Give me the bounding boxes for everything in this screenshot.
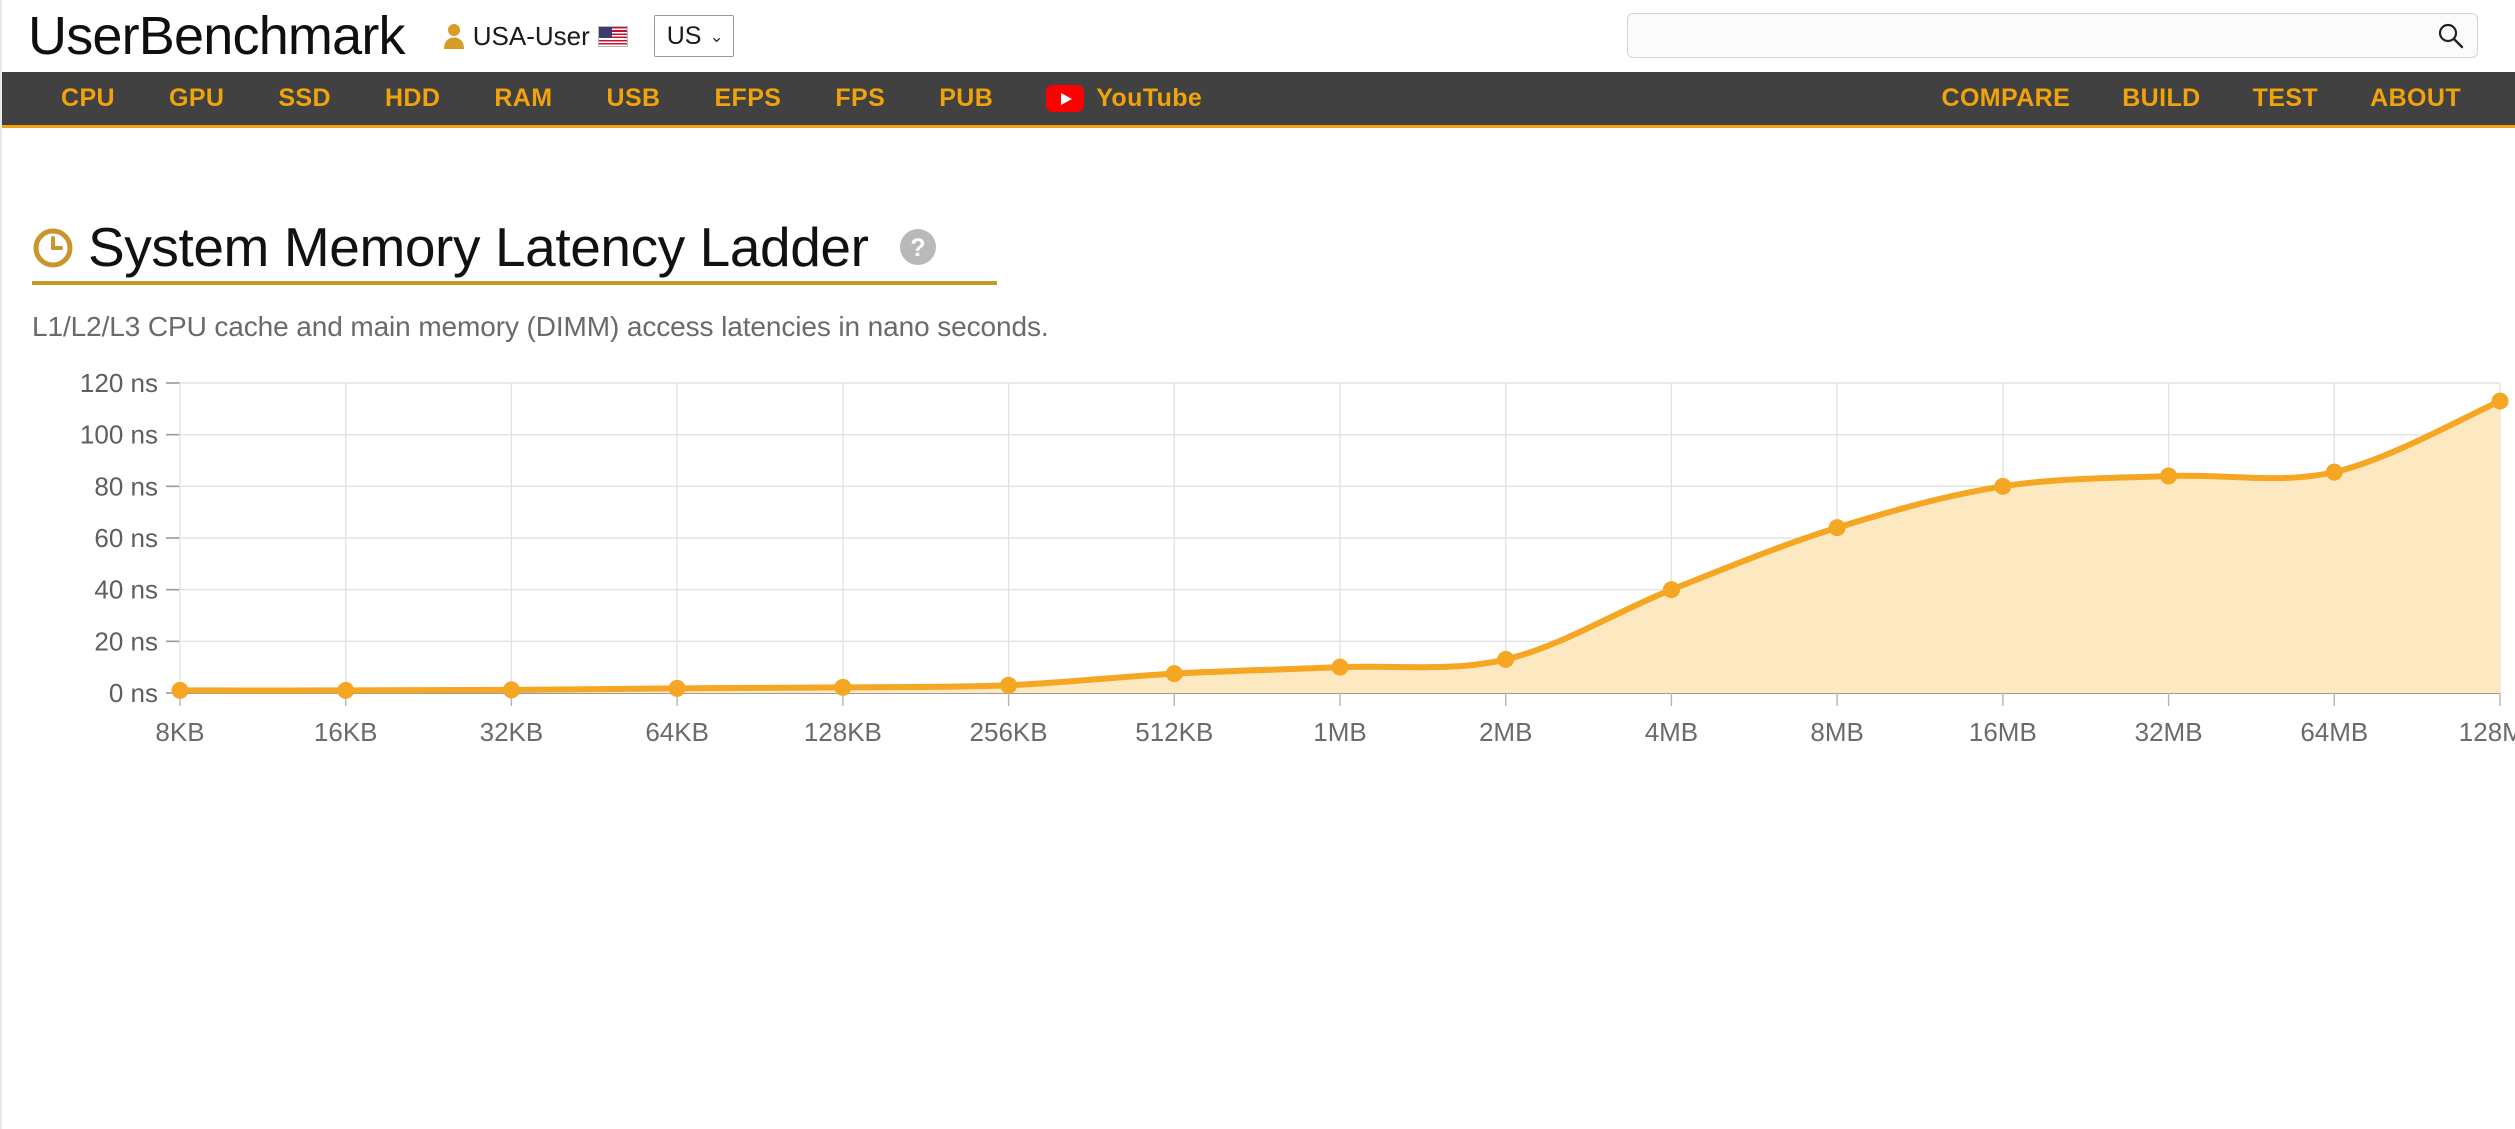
clock-icon [33, 228, 73, 268]
nav-item-cpu[interactable]: CPU [34, 86, 142, 111]
x-axis-tick-label: 32KB [480, 717, 544, 747]
x-axis-tick-label: 128KB [804, 717, 882, 747]
chart-data-point[interactable] [668, 679, 686, 697]
search-input[interactable] [1627, 13, 2478, 58]
x-axis-tick-label: 32MB [2135, 717, 2203, 747]
x-axis-tick-label: 4MB [1645, 717, 1698, 747]
chart-data-point[interactable] [2325, 463, 2343, 481]
x-axis-tick-label: 2MB [1479, 717, 1532, 747]
chart-data-point[interactable] [2160, 467, 2178, 485]
chevron-down-icon: ⌄ [709, 26, 724, 46]
nav-right-group: COMPARE BUILD TEST ABOUT [1915, 86, 2487, 111]
nav-item-compare[interactable]: COMPARE [1915, 86, 2096, 111]
chart-data-point[interactable] [1994, 477, 2012, 495]
main-navigation: CPU GPU SSD HDD RAM USB EFPS FPS PUB You… [0, 72, 2515, 128]
search-icon[interactable] [2437, 22, 2464, 49]
chart-data-point[interactable] [1497, 650, 1515, 668]
nav-item-build[interactable]: BUILD [2096, 86, 2226, 111]
x-axis-tick-label: 8MB [1810, 717, 1863, 747]
latency-chart-svg[interactable]: 0 ns 20 ns 40 ns 60 ns 80 ns 100 ns 120 ns 8KB 1… [0, 373, 2515, 773]
chart-data-point[interactable] [1828, 518, 1846, 536]
y-axis-tick-label: 60 ns [94, 523, 158, 553]
y-axis-tick-label: 40 ns [94, 574, 158, 604]
nav-item-ssd[interactable]: SSD [251, 86, 358, 111]
chart-data-point[interactable] [2491, 392, 2509, 410]
chart-data-point[interactable] [337, 681, 355, 699]
nav-item-youtube[interactable]: YouTube [1020, 85, 1229, 112]
svg-text:?: ? [910, 234, 925, 262]
chart-data-point[interactable] [1331, 658, 1349, 676]
nav-item-efps[interactable]: EFPS [687, 86, 808, 111]
user-block[interactable]: USA-User [443, 21, 628, 52]
country-select[interactable]: US ⌄ [653, 15, 734, 57]
page-title-row: System Memory Latency Ladder ? [32, 216, 997, 285]
y-axis-tick-label: 100 ns [80, 419, 158, 449]
chart-data-point[interactable] [834, 678, 852, 696]
x-axis-tick-label: 256KB [970, 717, 1048, 747]
user-name-label: USA-User [472, 20, 590, 51]
nav-left-group: CPU GPU SSD HDD RAM USB EFPS FPS PUB You… [34, 85, 1229, 112]
latency-ladder-chart[interactable]: 0 ns 20 ns 40 ns 60 ns 80 ns 100 ns 120 ns 8KB 1… [0, 373, 2515, 773]
page-title: System Memory Latency Ladder [88, 216, 869, 278]
page-subtitle: L1/L2/L3 CPU cache and main memory (DIMM… [32, 310, 1049, 342]
chart-data-point[interactable] [1165, 664, 1183, 682]
user-icon [443, 24, 464, 49]
y-axis-tick-label: 80 ns [94, 471, 158, 501]
youtube-play-icon [1046, 85, 1085, 112]
chart-data-point[interactable] [1000, 676, 1018, 694]
chart-data-point[interactable] [171, 681, 189, 699]
site-logo[interactable]: UserBenchmark [28, 9, 406, 63]
search-container[interactable] [1627, 13, 2478, 58]
help-question-icon[interactable]: ? [899, 228, 937, 266]
x-axis-tick-label: 8KB [155, 717, 204, 747]
chart-data-point[interactable] [1662, 580, 1680, 598]
nav-item-test[interactable]: TEST [2227, 86, 2345, 111]
site-header: UserBenchmark USA-User US ⌄ [0, 0, 2515, 72]
chart-data-point[interactable] [502, 681, 520, 699]
x-axis-tick-label: 128MB [2459, 717, 2515, 747]
y-axis-tick-label: 0 ns [109, 678, 158, 708]
country-select-value: US [666, 21, 702, 50]
us-flag-icon [597, 25, 628, 47]
x-axis-tick-label: 64KB [645, 717, 709, 747]
nav-item-usb[interactable]: USB [579, 86, 687, 111]
page-content: System Memory Latency Ladder ? L1/L2/L3 … [0, 131, 2515, 773]
nav-item-fps[interactable]: FPS [808, 86, 912, 111]
x-axis-tick-label: 16KB [314, 717, 378, 747]
nav-item-hdd[interactable]: HDD [358, 86, 467, 111]
x-axis-tick-label: 512KB [1135, 717, 1213, 747]
x-axis-tick-label: 16MB [1969, 717, 2037, 747]
nav-item-pub[interactable]: PUB [912, 86, 1020, 111]
nav-item-youtube-label: YouTube [1096, 84, 1203, 112]
y-axis-tick-label: 120 ns [80, 373, 158, 398]
x-axis-tick-label: 1MB [1313, 717, 1366, 747]
x-axis-tick-label: 64MB [2300, 717, 2368, 747]
nav-item-gpu[interactable]: GPU [142, 86, 251, 111]
nav-item-about[interactable]: ABOUT [2344, 86, 2487, 111]
nav-item-ram[interactable]: RAM [467, 86, 579, 111]
y-axis-tick-label: 20 ns [94, 626, 158, 656]
